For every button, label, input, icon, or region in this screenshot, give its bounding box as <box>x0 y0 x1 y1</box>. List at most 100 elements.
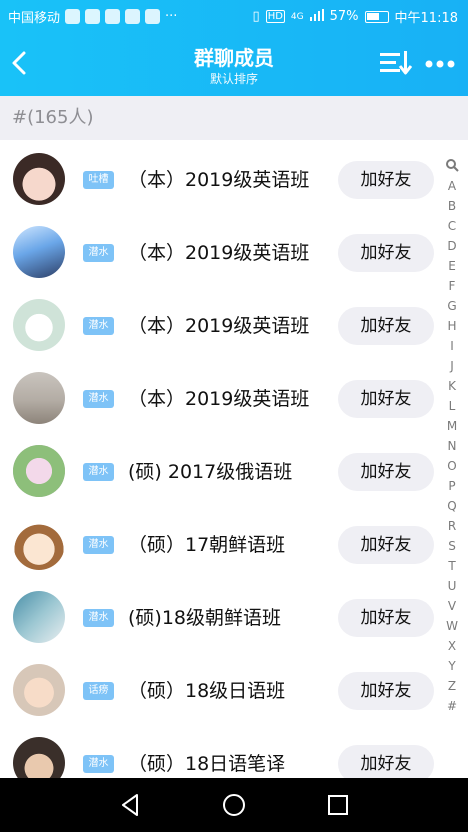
member-badge: 潜水 <box>83 609 114 627</box>
member-name: (硕)18级朝鲜语班 <box>128 607 282 629</box>
avatar[interactable] <box>13 664 65 716</box>
member-row[interactable]: 潜水 (硕) 2017级俄语班 加好友 <box>0 432 468 505</box>
more-options-button[interactable] <box>422 52 458 76</box>
index-letter-b[interactable]: B <box>440 196 464 216</box>
avatar[interactable] <box>13 591 65 643</box>
add-friend-button[interactable]: 加好友 <box>338 526 434 564</box>
add-friend-button[interactable]: 加好友 <box>338 599 434 637</box>
index-letter-z[interactable]: Z <box>440 676 464 696</box>
index-letter-hash[interactable]: # <box>440 696 464 716</box>
avatar[interactable] <box>13 518 65 570</box>
member-badge: 话痨 <box>83 682 114 700</box>
alphabet-index[interactable]: A B C D E F G H I J K L M N O P Q R S T … <box>440 158 464 716</box>
index-letter-h[interactable]: H <box>440 316 464 336</box>
index-letter-w[interactable]: W <box>440 616 464 636</box>
index-letter-j[interactable]: J <box>440 356 464 376</box>
member-name: (硕) 2017级俄语班 <box>128 461 293 483</box>
index-letter-d[interactable]: D <box>440 236 464 256</box>
add-friend-button[interactable]: 加好友 <box>338 307 434 345</box>
app-screen: 中国移动 ··· ▯ HD 4G 57% 中午11:18 群聊成员 默认排序 #… <box>0 0 468 832</box>
nav-home-button[interactable] <box>219 790 249 820</box>
index-letter-i[interactable]: I <box>440 336 464 356</box>
index-letter-l[interactable]: L <box>440 396 464 416</box>
network-type-label: 4G <box>290 11 304 22</box>
index-letter-a[interactable]: A <box>440 176 464 196</box>
index-letter-x[interactable]: X <box>440 636 464 656</box>
index-letter-f[interactable]: F <box>440 276 464 296</box>
member-row[interactable]: 潜水 （本）2019级英语班 加好友 <box>0 213 468 286</box>
add-friend-button[interactable]: 加好友 <box>338 672 434 710</box>
square-recents-icon <box>328 795 348 815</box>
index-letter-k[interactable]: K <box>440 376 464 396</box>
index-letter-e[interactable]: E <box>440 256 464 276</box>
notification-icon <box>85 9 101 24</box>
avatar[interactable] <box>13 153 65 205</box>
member-name: （本）2019级英语班 <box>128 242 310 264</box>
avatar[interactable] <box>13 299 65 351</box>
header: 中国移动 ··· ▯ HD 4G 57% 中午11:18 群聊成员 默认排序 <box>0 0 468 96</box>
member-row[interactable]: 吐槽 （本）2019级英语班 加好友 <box>0 140 468 213</box>
member-badge: 吐槽 <box>83 171 114 189</box>
member-row[interactable]: 潜水 (硕)18级朝鲜语班 加好友 <box>0 578 468 651</box>
index-letter-q[interactable]: Q <box>440 496 464 516</box>
notification-icon <box>105 9 121 24</box>
avatar[interactable] <box>13 445 65 497</box>
triangle-back-icon <box>122 794 138 816</box>
member-name: （本）2019级英语班 <box>128 169 310 191</box>
member-name: （本）2019级英语班 <box>128 388 310 410</box>
member-count-label: #(165人) <box>0 96 468 140</box>
add-friend-button[interactable]: 加好友 <box>338 745 434 778</box>
index-letter-u[interactable]: U <box>440 576 464 596</box>
index-letter-o[interactable]: O <box>440 456 464 476</box>
avatar[interactable] <box>13 372 65 424</box>
more-dots-icon <box>425 60 455 68</box>
index-letter-n[interactable]: N <box>440 436 464 456</box>
sort-button[interactable] <box>378 48 413 78</box>
clock: 中午11:18 <box>394 11 458 26</box>
member-row[interactable]: 话痨 （硕）18级日语班 加好友 <box>0 651 468 724</box>
battery-percent: 57% <box>329 9 359 24</box>
search-icon[interactable] <box>445 158 459 172</box>
avatar[interactable] <box>13 737 65 778</box>
add-friend-button[interactable]: 加好友 <box>338 453 434 491</box>
index-letter-r[interactable]: R <box>440 516 464 536</box>
carrier-label: 中国移动 <box>8 11 61 26</box>
index-letter-m[interactable]: M <box>440 416 464 436</box>
index-letter-g[interactable]: G <box>440 296 464 316</box>
member-row[interactable]: 潜水 （本）2019级英语班 加好友 <box>0 286 468 359</box>
index-letter-p[interactable]: P <box>440 476 464 496</box>
index-letter-y[interactable]: Y <box>440 656 464 676</box>
vibrate-icon: ▯ <box>252 9 260 24</box>
nav-back-button[interactable] <box>115 790 145 820</box>
member-badge: 潜水 <box>83 536 114 554</box>
index-letter-v[interactable]: V <box>440 596 464 616</box>
add-friend-button[interactable]: 加好友 <box>338 380 434 418</box>
add-friend-button[interactable]: 加好友 <box>338 161 434 199</box>
member-name: （硕）17朝鲜语班 <box>128 534 286 556</box>
member-name: （硕）18日语笔译 <box>128 753 286 775</box>
member-badge: 潜水 <box>83 390 114 408</box>
add-friend-button[interactable]: 加好友 <box>338 234 434 272</box>
index-letter-s[interactable]: S <box>440 536 464 556</box>
member-row[interactable]: 潜水 （硕）17朝鲜语班 加好友 <box>0 505 468 578</box>
index-letter-c[interactable]: C <box>440 216 464 236</box>
signal-icon <box>309 8 324 25</box>
member-list: 吐槽 （本）2019级英语班 加好友 潜水 （本）2019级英语班 加好友 潜水… <box>0 140 468 778</box>
more-notifications-icon: ··· <box>165 9 178 24</box>
member-badge: 潜水 <box>83 317 114 335</box>
circle-home-icon <box>223 794 245 816</box>
member-badge: 潜水 <box>83 463 114 481</box>
index-letter-t[interactable]: T <box>440 556 464 576</box>
notification-icon <box>145 9 161 24</box>
sort-icon <box>380 51 413 75</box>
system-nav-bar <box>0 778 468 832</box>
member-row[interactable]: 潜水 （本）2019级英语班 加好友 <box>0 359 468 432</box>
member-row[interactable]: 潜水 （硕）18日语笔译 加好友 <box>0 724 468 778</box>
member-name: （硕）18级日语班 <box>128 680 286 702</box>
notification-icon <box>125 9 141 24</box>
member-badge: 潜水 <box>83 755 114 773</box>
hd-label: HD <box>265 10 285 23</box>
member-badge: 潜水 <box>83 244 114 262</box>
nav-recents-button[interactable] <box>323 790 353 820</box>
avatar[interactable] <box>13 226 65 278</box>
